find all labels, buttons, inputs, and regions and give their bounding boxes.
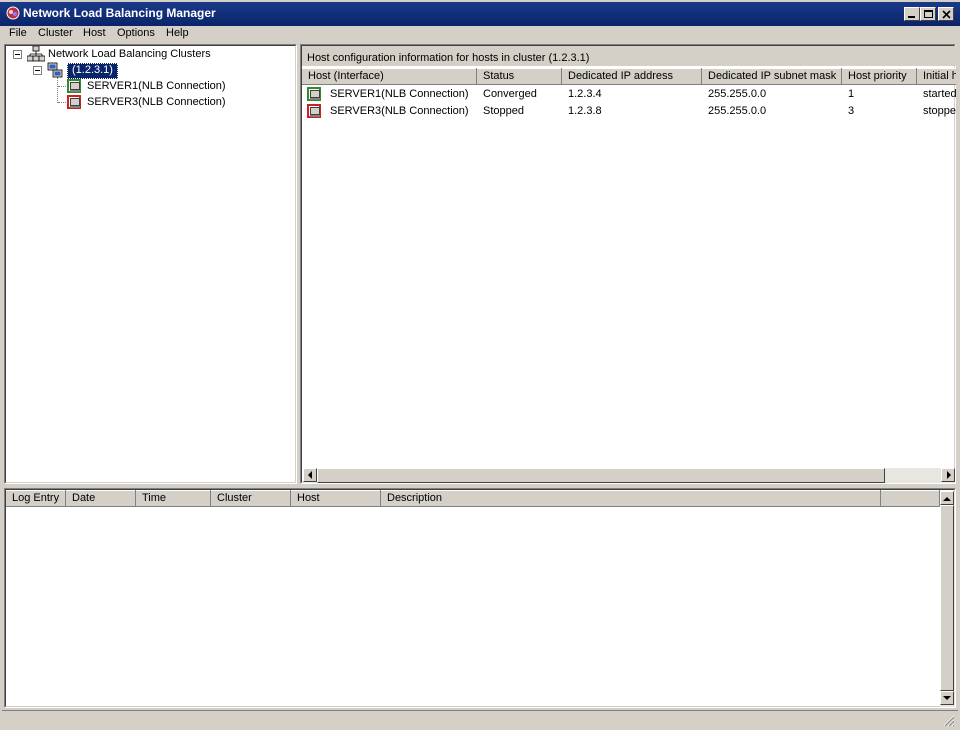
row-mask: 255.255.0.0 xyxy=(708,105,767,117)
col-initial-host-state[interactable]: Initial h xyxy=(917,68,956,85)
row-status: Stopped xyxy=(483,105,524,117)
maximize-icon xyxy=(924,10,933,18)
row-priority: 3 xyxy=(848,105,855,117)
row-initial-state: stoppe xyxy=(923,105,956,117)
host-server1-status-icon xyxy=(67,79,81,93)
col-cluster[interactable]: Cluster xyxy=(211,490,291,507)
log-list-header: Log Entry Date Time Cluster Host Descrip… xyxy=(6,490,940,507)
col-dedicated-ip[interactable]: Dedicated IP address xyxy=(562,68,702,85)
table-row[interactable]: SERVER3(NLB Connection) Stopped 1.2.3.8 … xyxy=(302,103,956,120)
nlb-app-icon xyxy=(6,6,20,20)
minus-icon xyxy=(35,70,40,71)
host-list-header: Host (Interface) Status Dedicated IP add… xyxy=(302,68,956,85)
col-time[interactable]: Time xyxy=(136,490,211,507)
status-bar xyxy=(2,710,958,729)
minimize-icon xyxy=(908,16,915,18)
table-row[interactable]: SERVER1(NLB Connection) Converged 1.2.3.… xyxy=(302,86,956,103)
host-config-panel: Host configuration information for hosts… xyxy=(300,44,956,484)
col-subnet-mask[interactable]: Dedicated IP subnet mask xyxy=(702,68,842,85)
col-status[interactable]: Status xyxy=(477,68,562,85)
row-host: SERVER3(NLB Connection) xyxy=(330,105,469,117)
cluster-icon xyxy=(47,62,63,78)
row-ip: 1.2.3.8 xyxy=(568,105,602,117)
row-initial-state: started xyxy=(923,88,956,100)
resize-grip-icon[interactable] xyxy=(942,714,955,727)
collapse-cluster-toggle[interactable] xyxy=(33,66,42,75)
cluster-tree: Network Load Balancing Clusters (1.2.3.1… xyxy=(4,44,297,484)
col-filler xyxy=(881,490,940,507)
title-bar: Network Load Balancing Manager xyxy=(0,0,960,26)
menu-host[interactable]: Host xyxy=(83,27,106,39)
close-button[interactable] xyxy=(938,7,954,21)
menu-cluster[interactable]: Cluster xyxy=(38,27,73,39)
row-host: SERVER1(NLB Connection) xyxy=(330,88,469,100)
col-host[interactable]: Host xyxy=(291,490,381,507)
arrow-down-icon xyxy=(943,696,951,700)
log-panel: Log Entry Date Time Cluster Host Descrip… xyxy=(4,488,956,708)
col-log-entry[interactable]: Log Entry xyxy=(6,490,66,507)
tree-host-server3[interactable]: SERVER3(NLB Connection) xyxy=(87,96,226,108)
menu-options[interactable]: Options xyxy=(117,27,155,39)
close-icon xyxy=(942,10,951,19)
arrow-left-icon xyxy=(308,471,312,479)
host-panel-caption: Host configuration information for hosts… xyxy=(307,52,590,64)
tree-cluster-label[interactable]: (1.2.3.1) xyxy=(67,63,118,79)
row-status: Converged xyxy=(483,88,537,100)
arrow-up-icon xyxy=(943,497,951,501)
clusters-network-icon xyxy=(27,46,45,62)
minus-icon xyxy=(15,54,20,55)
scroll-down-button[interactable] xyxy=(940,691,954,705)
minimize-button[interactable] xyxy=(904,7,920,21)
row-mask: 255.255.0.0 xyxy=(708,88,767,100)
tree-host-server1[interactable]: SERVER1(NLB Connection) xyxy=(87,80,226,92)
col-host-interface[interactable]: Host (Interface) xyxy=(302,68,477,85)
host-status-icon xyxy=(307,87,321,101)
scroll-thumb[interactable] xyxy=(317,468,885,483)
col-date[interactable]: Date xyxy=(66,490,136,507)
col-description[interactable]: Description xyxy=(381,490,881,507)
window-title: Network Load Balancing Manager xyxy=(23,6,216,20)
arrow-right-icon xyxy=(947,471,951,479)
log-vscrollbar[interactable] xyxy=(940,491,955,707)
tree-root-label[interactable]: Network Load Balancing Clusters xyxy=(48,48,211,60)
scroll-left-button[interactable] xyxy=(303,468,317,482)
host-server3-status-icon xyxy=(67,95,81,109)
collapse-root-toggle[interactable] xyxy=(13,50,22,59)
col-host-priority[interactable]: Host priority xyxy=(842,68,917,85)
menu-bar: File Cluster Host Options Help xyxy=(0,25,960,43)
menu-file[interactable]: File xyxy=(9,27,27,39)
scroll-up-button[interactable] xyxy=(940,491,954,505)
menu-help[interactable]: Help xyxy=(166,27,189,39)
scroll-thumb[interactable] xyxy=(940,505,954,691)
host-status-icon xyxy=(307,104,321,118)
row-priority: 1 xyxy=(848,88,855,100)
row-ip: 1.2.3.4 xyxy=(568,88,602,100)
maximize-button[interactable] xyxy=(920,7,936,21)
host-list-hscrollbar[interactable] xyxy=(303,468,955,483)
scroll-right-button[interactable] xyxy=(941,468,955,482)
